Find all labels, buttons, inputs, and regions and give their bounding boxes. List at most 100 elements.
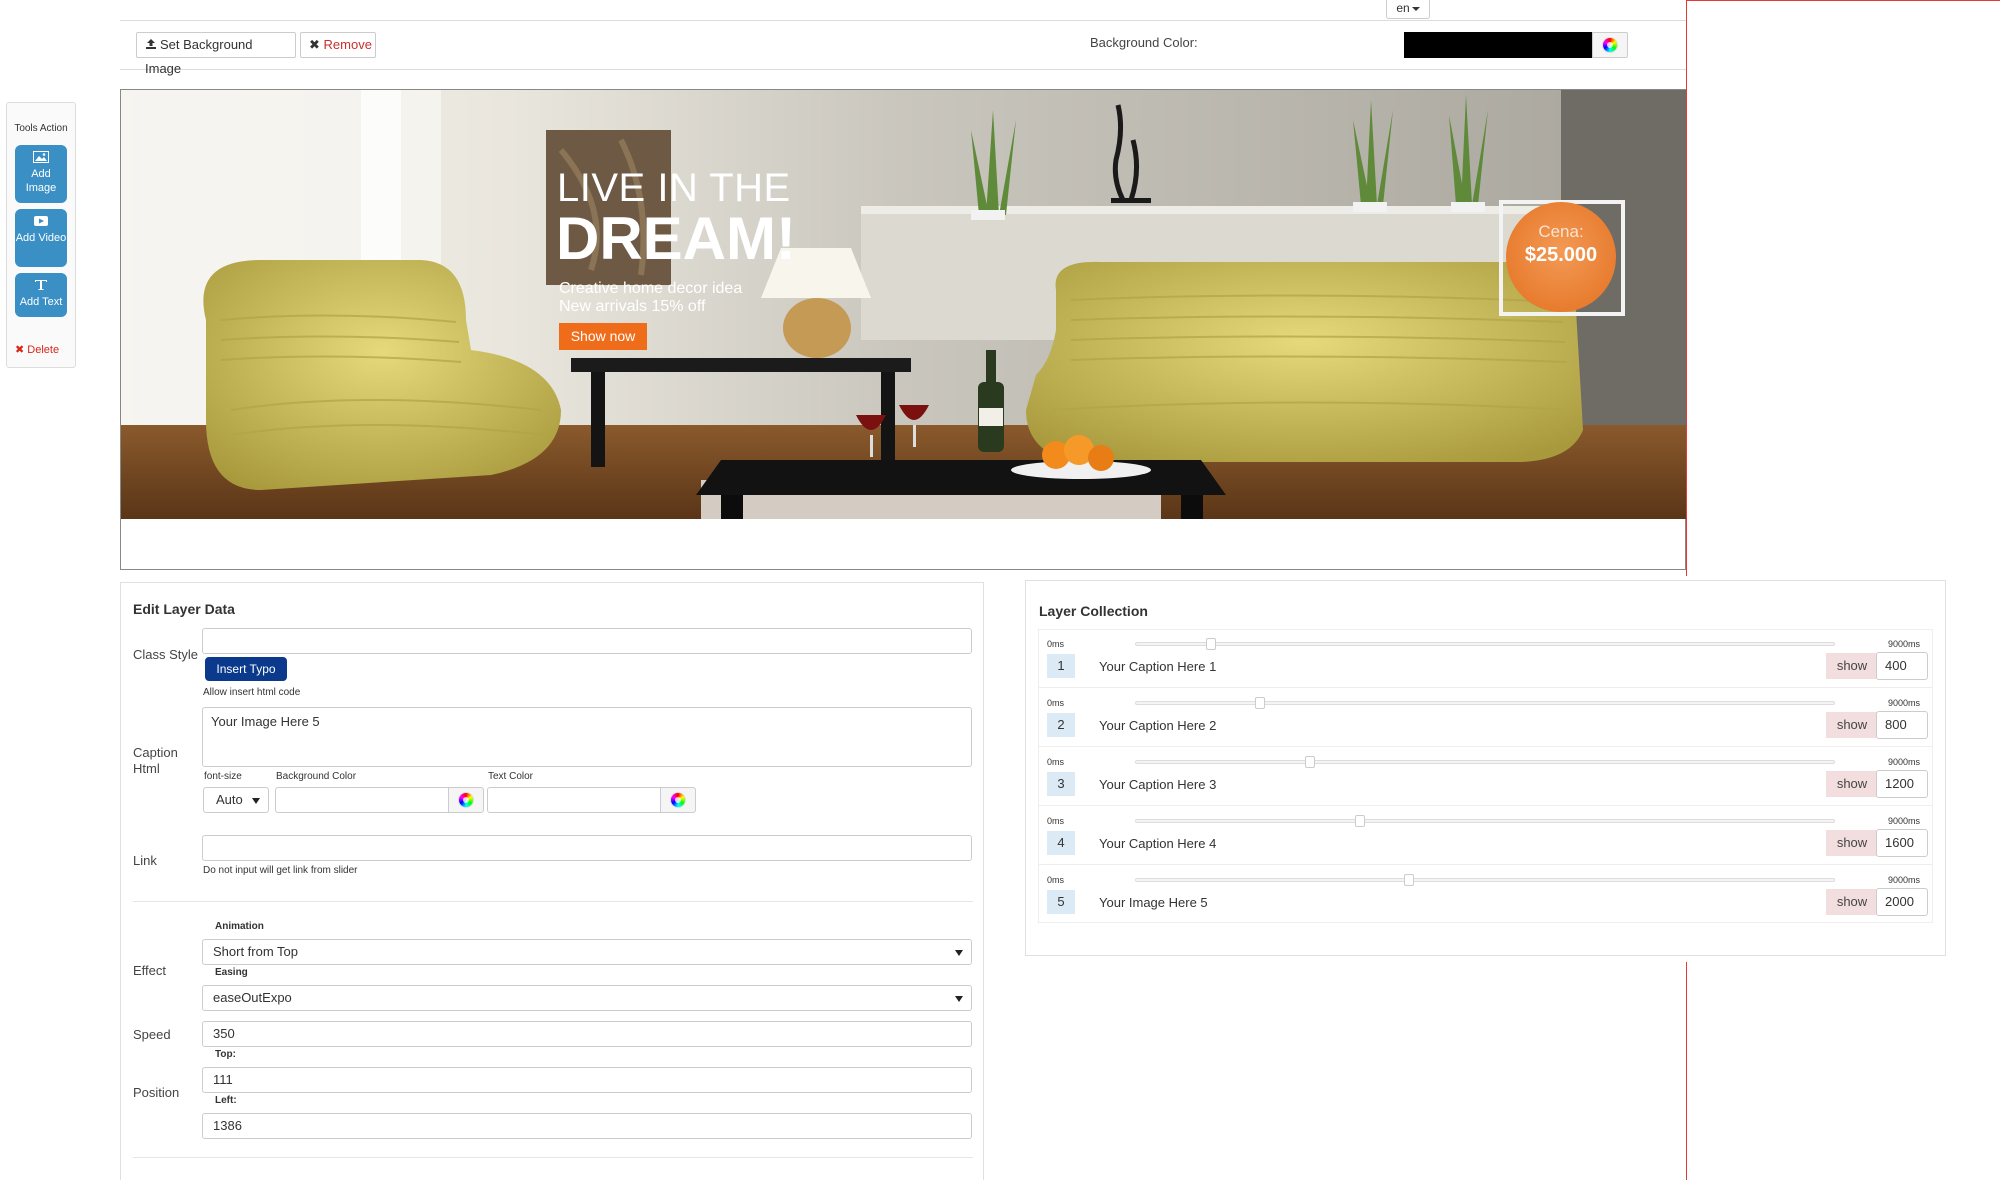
caption-text-color-picker[interactable] [660, 787, 696, 813]
timeline-handle[interactable] [1255, 697, 1265, 709]
banner-subtitle-1[interactable]: Creative home decor idea [559, 280, 742, 298]
timeline-track[interactable] [1135, 815, 1835, 827]
timeline-track[interactable] [1135, 756, 1835, 768]
add-video-button[interactable]: Add Video [15, 209, 67, 267]
layer-row[interactable]: 0ms 9000ms 1 Your Caption Here 1 show 40… [1039, 630, 1932, 688]
guide-line-top [1686, 0, 2000, 1]
add-image-label: Add Image [25, 168, 57, 194]
set-background-image-label: Set Background Image [145, 37, 253, 76]
video-icon [34, 216, 48, 226]
add-image-button[interactable]: Add Image [15, 145, 67, 203]
layer-show-button[interactable]: show [1826, 830, 1878, 856]
banner-scene [121, 90, 1686, 519]
allow-html-hint: Allow insert html code [203, 687, 301, 698]
easing-select[interactable]: easeOutExpo [202, 985, 972, 1011]
left-label: Left: [215, 1095, 237, 1106]
background-color-input[interactable] [1404, 32, 1592, 58]
add-video-label: Add Video [15, 232, 67, 244]
edit-layer-data-panel: Edit Layer Data Class Style Insert Typo … [120, 582, 984, 1180]
layer-show-button[interactable]: show [1826, 653, 1878, 679]
layer-time-input[interactable]: 800 [1876, 711, 1928, 739]
timeline-start: 0ms [1047, 757, 1065, 767]
font-size-select[interactable]: Auto [203, 787, 269, 813]
slider-banner[interactable]: LIVE IN THE DREAM! Creative home decor i… [121, 90, 1686, 519]
timeline-track[interactable] [1135, 697, 1835, 709]
timeline-start: 0ms [1047, 816, 1065, 826]
banner-subtitle-2[interactable]: New arrivals 15% off [559, 298, 705, 316]
position-label: Position [133, 1085, 180, 1100]
add-text-button[interactable]: Add Text [15, 273, 67, 317]
delete-button[interactable]: ✖ Delete [15, 343, 59, 356]
timeline-start: 0ms [1047, 639, 1065, 649]
layer-row[interactable]: 0ms 9000ms 2 Your Caption Here 2 show 80… [1039, 689, 1932, 747]
text-color-field-label: Text Color [488, 771, 534, 782]
layer-collection-title: Layer Collection [1039, 603, 1148, 619]
caption-html-textarea[interactable]: Your Image Here 5 [202, 707, 972, 767]
timeline-handle[interactable] [1206, 638, 1216, 650]
close-icon: ✖ [15, 344, 25, 356]
effect-value: Short from Top [213, 944, 299, 959]
speed-input[interactable]: 350 [202, 1021, 972, 1047]
timeline-start: 0ms [1047, 875, 1065, 885]
caption-background-color-input[interactable] [275, 787, 449, 813]
remove-label: Remove [323, 37, 372, 52]
chevron-down-icon [252, 798, 260, 804]
language-selected: en [1396, 1, 1410, 15]
layer-row[interactable]: 0ms 9000ms 3 Your Caption Here 3 show 12… [1039, 748, 1932, 806]
show-now-button[interactable]: Show now [559, 323, 647, 350]
timeline-end: 9000ms [1887, 698, 1920, 708]
easing-value: easeOutExpo [213, 990, 292, 1005]
insert-typo-button[interactable]: Insert Typo [205, 657, 287, 681]
timeline-handle[interactable] [1355, 815, 1365, 827]
link-input[interactable] [202, 835, 972, 861]
edit-layer-title: Edit Layer Data [133, 601, 235, 617]
layer-time-input[interactable]: 1200 [1876, 770, 1928, 798]
layer-row[interactable]: 0ms 9000ms 4 Your Caption Here 4 show 16… [1039, 807, 1932, 865]
layer-row[interactable]: 0ms 9000ms 5 Your Image Here 5 show 2000 [1039, 866, 1932, 924]
layer-caption[interactable]: Your Caption Here 4 [1099, 836, 1216, 851]
layer-time-input[interactable]: 2000 [1876, 888, 1928, 916]
language-dropdown[interactable]: en [1386, 0, 1430, 19]
layer-caption[interactable]: Your Caption Here 3 [1099, 777, 1216, 792]
link-hint: Do not input will get link from slider [203, 865, 358, 876]
layer-list: 0ms 9000ms 1 Your Caption Here 1 show 40… [1038, 629, 1933, 923]
class-style-input[interactable] [202, 628, 972, 654]
layer-show-button[interactable]: show [1826, 712, 1878, 738]
chevron-down-icon [1411, 6, 1420, 11]
set-background-image-button[interactable]: Set Background Image [136, 32, 296, 76]
timeline-track[interactable] [1135, 874, 1835, 886]
layer-caption[interactable]: Your Image Here 5 [1099, 895, 1208, 910]
layer-time-input[interactable]: 1600 [1876, 829, 1928, 857]
background-color-picker-button[interactable] [1592, 32, 1628, 58]
caption-label: Caption [133, 745, 178, 760]
effect-select[interactable]: Short from Top [202, 939, 972, 965]
layer-number: 1 [1047, 654, 1075, 678]
position-left-input[interactable]: 1386 [202, 1113, 972, 1139]
caption-html-label: Html [133, 761, 160, 776]
layer-show-button[interactable]: show [1826, 889, 1878, 915]
layer-number: 5 [1047, 890, 1075, 914]
color-wheel-icon [1602, 37, 1618, 53]
layer-number: 3 [1047, 772, 1075, 796]
position-top-input[interactable]: 111 [202, 1067, 972, 1093]
timeline-handle[interactable] [1305, 756, 1315, 768]
price-value: $25.000 [1524, 244, 1598, 266]
timeline-start: 0ms [1047, 698, 1065, 708]
tools-action-title: Tools Action [14, 123, 68, 134]
layer-caption[interactable]: Your Caption Here 1 [1099, 659, 1216, 674]
banner-headline-2[interactable]: DREAM! [556, 206, 796, 272]
banner-headline-1[interactable]: LIVE IN THE [557, 166, 791, 210]
caption-background-color-picker[interactable] [448, 787, 484, 813]
caption-text-color-input[interactable] [487, 787, 661, 813]
layer-time-input[interactable]: 400 [1876, 652, 1928, 680]
background-color-label: Background Color: [1090, 35, 1198, 50]
timeline-track[interactable] [1135, 638, 1835, 650]
delete-label: Delete [27, 344, 60, 356]
layer-caption[interactable]: Your Caption Here 2 [1099, 718, 1216, 733]
timeline-handle[interactable] [1404, 874, 1414, 886]
timeline-end: 9000ms [1887, 816, 1920, 826]
remove-background-button[interactable]: ✖ Remove [300, 32, 376, 58]
text-icon [35, 280, 47, 290]
background-toolbar: Set Background Image ✖ Remove Background… [120, 20, 1686, 76]
layer-show-button[interactable]: show [1826, 771, 1878, 797]
